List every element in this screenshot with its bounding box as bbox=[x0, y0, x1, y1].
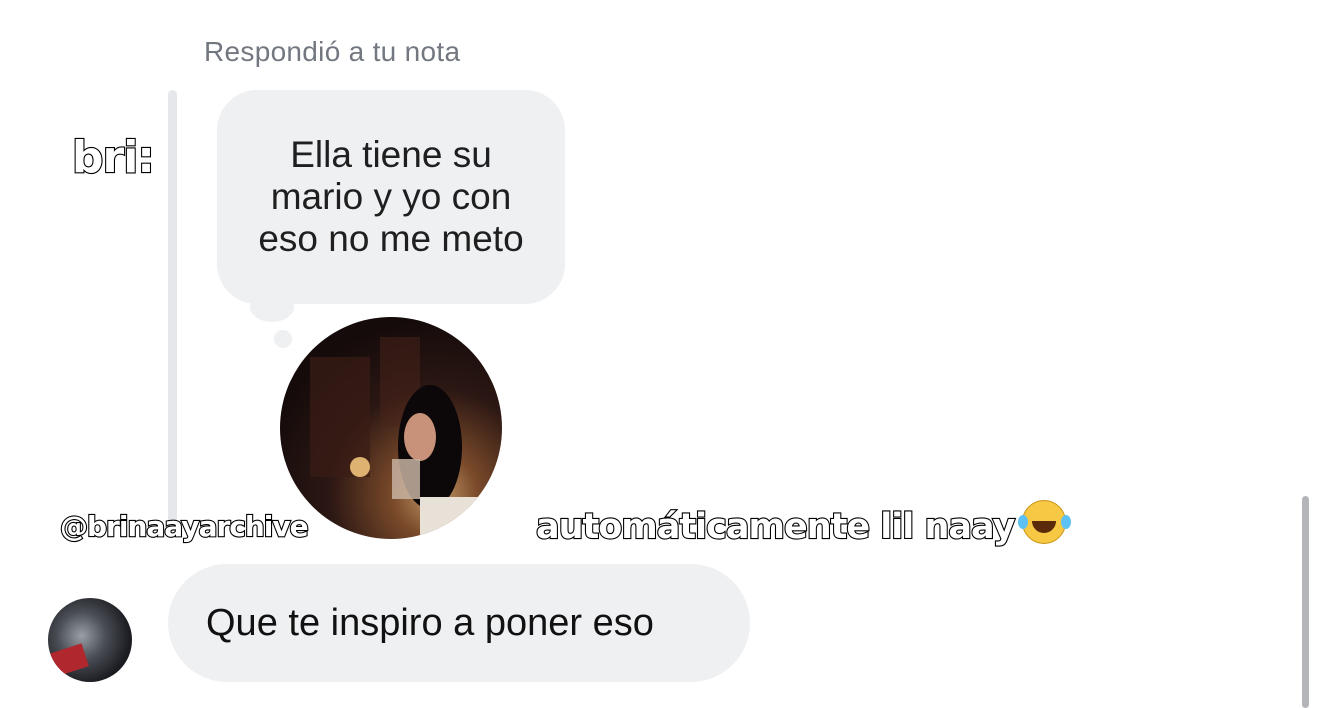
avatar-red-sign bbox=[49, 643, 89, 677]
handle-overlay-label: @brinaayarchive bbox=[59, 509, 310, 544]
sender-avatar[interactable] bbox=[48, 598, 132, 682]
reply-header: Respondió a tu nota bbox=[204, 36, 461, 67]
sender-overlay-label: bri: bbox=[71, 131, 156, 184]
message-text: Que te inspiro a poner eso bbox=[206, 601, 654, 644]
note-photo-scene bbox=[310, 337, 490, 539]
reply-context-bar bbox=[168, 90, 177, 530]
caption-overlay: automáticamente lil naay bbox=[535, 500, 1067, 548]
laughing-tears-emoji-icon bbox=[1018, 500, 1067, 544]
note-author-photo[interactable] bbox=[280, 317, 502, 539]
caption-overlay-text: automáticamente lil naay bbox=[535, 506, 1017, 548]
scrollbar[interactable] bbox=[1302, 496, 1309, 708]
thought-bubble-tail-large bbox=[250, 292, 294, 322]
note-bubble[interactable]: Ella tiene su mario y yo con eso no me m… bbox=[217, 90, 565, 304]
note-text: Ella tiene su mario y yo con eso no me m… bbox=[258, 134, 524, 259]
message-bubble[interactable]: Que te inspiro a poner eso bbox=[168, 564, 750, 682]
thought-bubble-tail-small bbox=[274, 330, 292, 348]
